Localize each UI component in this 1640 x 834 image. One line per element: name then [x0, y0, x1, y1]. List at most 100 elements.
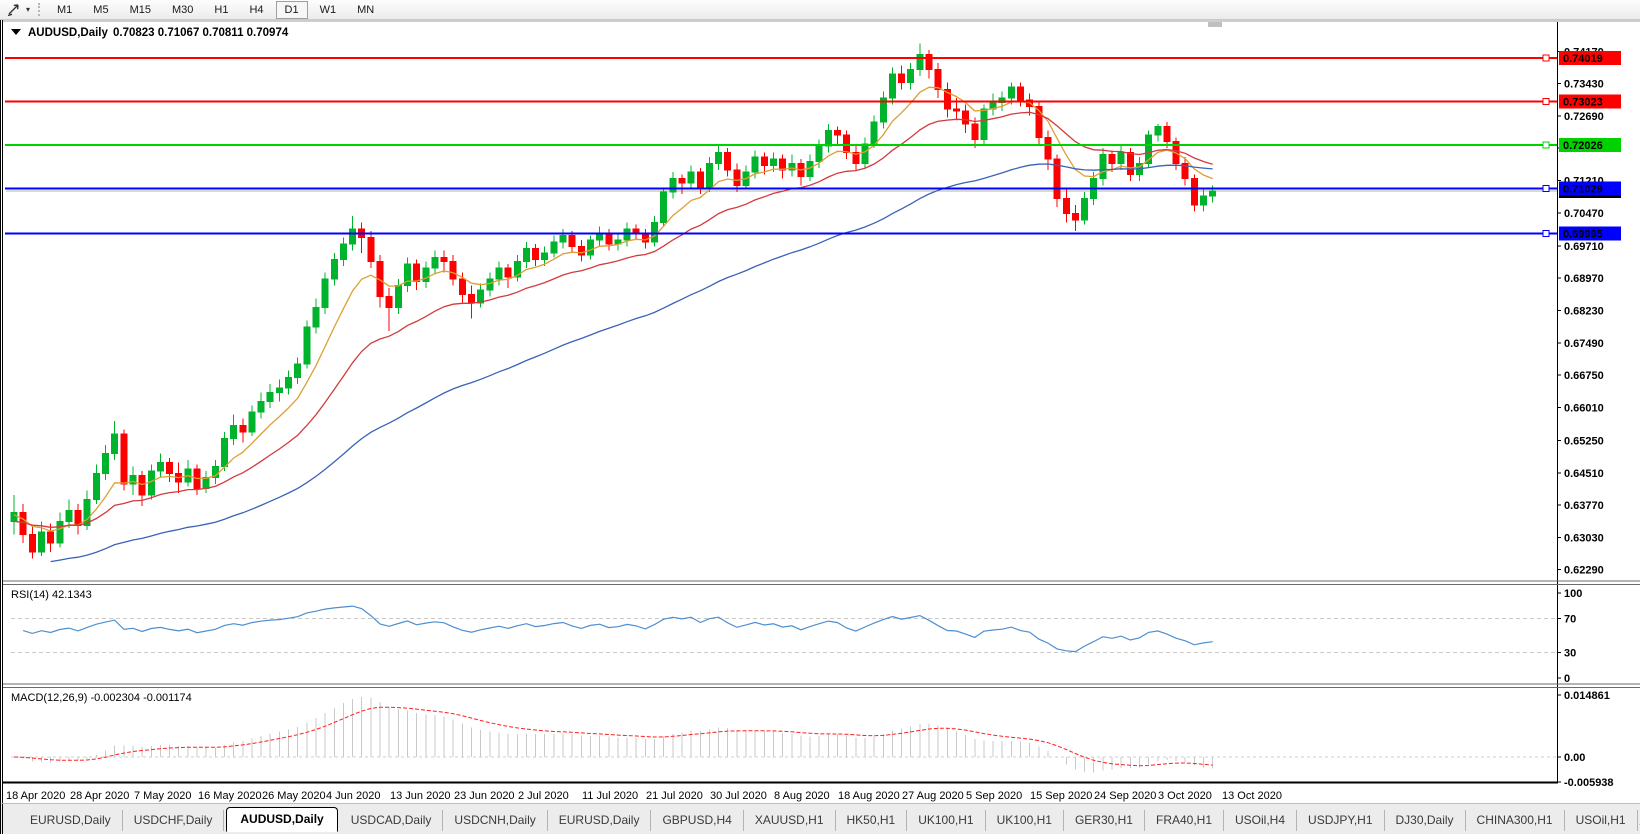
candle	[367, 237, 375, 263]
tab-usoil-h4[interactable]: USOil,H4	[1224, 810, 1298, 831]
ma-line-55	[50, 163, 1213, 563]
rsi-axis-label: 30	[1564, 648, 1576, 660]
tab-usoil-h1[interactable]: USOil,H1	[1565, 810, 1638, 831]
crosshair-tool-glyph	[7, 4, 19, 17]
timeframe-button-h1[interactable]: H1	[205, 1, 237, 19]
price-axis-label: 0.67490	[1564, 338, 1604, 350]
candle	[843, 134, 851, 154]
macd-axis-label: 0.00	[1564, 752, 1585, 764]
candle	[916, 53, 924, 71]
timeframe-button-mn[interactable]: MN	[348, 1, 383, 19]
tab-china300-h1[interactable]: CHINA300,H1	[1466, 810, 1565, 831]
horizontal-line-0.73023[interactable]: 0.73023	[5, 94, 1621, 109]
candle	[952, 108, 960, 112]
candle	[102, 453, 109, 474]
svg-text:0.71029: 0.71029	[1563, 183, 1603, 195]
crosshair-tool-icon[interactable]	[4, 2, 22, 18]
tab-dj30-daily[interactable]: DJ30,Daily	[1385, 810, 1466, 831]
candle	[431, 256, 439, 269]
ma-line-21	[13, 111, 1213, 528]
tab-eurusd-daily[interactable]: EURUSD,Daily	[19, 810, 123, 831]
candle	[861, 143, 869, 164]
date-label: 2 Jul 2020	[518, 790, 569, 802]
timeframe-button-m30[interactable]: M30	[163, 1, 202, 19]
candle	[1108, 154, 1116, 164]
candle	[440, 256, 448, 263]
candle	[907, 69, 915, 84]
chart-title-symbol: AUDUSD,Daily	[28, 27, 108, 39]
candle	[550, 241, 558, 254]
chart-tab-bar: EURUSD,Daily USDCHF,Daily AUDUSD,Daily USDC…	[0, 803, 1640, 834]
ma-line-8	[13, 86, 1213, 532]
date-label: 16 May 2020	[198, 790, 262, 802]
candle	[1126, 152, 1134, 175]
horizontal-line-0.74019[interactable]: 0.74019	[5, 50, 1621, 65]
candle	[834, 130, 841, 136]
candle	[660, 191, 668, 223]
tab-eurusd-daily[interactable]: EURUSD,Daily	[548, 810, 652, 831]
price-axis-label: 0.73430	[1564, 79, 1604, 91]
line-handle	[1542, 184, 1550, 192]
candle	[1200, 195, 1207, 206]
candle	[1190, 178, 1198, 206]
candle	[1017, 86, 1024, 101]
candle	[202, 477, 210, 490]
toolbar-separator-grip[interactable]	[38, 3, 40, 16]
svg-text:0.74019: 0.74019	[1563, 53, 1603, 65]
date-label: 5 Sep 2020	[966, 790, 1022, 802]
tab-xauusd-h1[interactable]: XAUUSD,H1	[744, 810, 836, 831]
timeframe-button-d1[interactable]: D1	[275, 0, 308, 19]
tab-ger30-h1[interactable]: GER30,H1	[1064, 810, 1145, 831]
date-label: 13 Oct 2020	[1222, 790, 1282, 802]
candle	[349, 228, 357, 245]
chart-shift-marker[interactable]	[1208, 22, 1222, 27]
horizontal-line-0.72026[interactable]: 0.72026	[5, 137, 1621, 152]
tab-usdcad-daily[interactable]: USDCAD,Daily	[340, 810, 444, 831]
candle	[275, 387, 283, 394]
tab-usdchf-daily[interactable]: USDCHF,Daily	[123, 810, 225, 831]
tab-audusd-daily[interactable]: AUDUSD,Daily	[226, 807, 338, 832]
date-label: 8 Aug 2020	[774, 790, 830, 802]
candle	[769, 158, 777, 167]
candle	[294, 363, 302, 378]
candle	[715, 152, 723, 164]
candle	[1209, 190, 1217, 197]
candle	[669, 178, 677, 193]
horizontal-line-0.69995[interactable]: 0.69995	[5, 226, 1621, 241]
candle	[586, 239, 594, 256]
candle	[705, 162, 713, 188]
moving-average-lines	[13, 86, 1213, 563]
timeframe-button-m15[interactable]: M15	[121, 1, 160, 19]
tab-usdjpy-h1[interactable]: USDJPY,H1	[1297, 810, 1385, 831]
timeframe-button-h4[interactable]: H4	[240, 1, 272, 19]
timeframe-button-m5[interactable]: M5	[84, 1, 117, 19]
time-axis[interactable]: 18 Apr 2020 28 Apr 2020 7 May 2020 16 May 2…	[6, 790, 1282, 802]
date-label: 24 Sep 2020	[1094, 790, 1156, 802]
candle	[1154, 125, 1162, 136]
tab-gbpusd-h4[interactable]: GBPUSD,H4	[651, 810, 744, 831]
chart-collapse-icon[interactable]	[11, 29, 21, 35]
tab-uk100-h1[interactable]: UK100,H1	[907, 810, 986, 831]
tab-uk100-h1[interactable]: UK100,H1	[986, 810, 1064, 831]
svg-text:0.73023: 0.73023	[1563, 96, 1603, 108]
rsi-indicator-label: RSI(14) 42.1343	[11, 589, 92, 601]
candle	[1163, 125, 1171, 143]
candle	[156, 461, 164, 472]
candle	[641, 232, 649, 243]
candle	[37, 531, 45, 553]
tab-usdcnh-daily[interactable]: USDCNH,Daily	[443, 810, 548, 831]
candle	[678, 178, 686, 184]
candle	[239, 424, 247, 433]
price-chart-canvas[interactable]: AUDUSD,Daily 0.70823 0.71067 0.70811 0.7…	[3, 20, 1640, 803]
chart-tabs: EURUSD,Daily USDCHF,Daily AUDUSD,Daily USDC…	[19, 807, 1638, 832]
date-label: 13 Jun 2020	[390, 790, 451, 802]
price-axis[interactable]: 0.741700.734300.726900.719500.712100.704…	[1557, 22, 1604, 783]
candle	[166, 461, 174, 474]
timeframe-button-w1[interactable]: W1	[311, 1, 346, 19]
tab-fra40-h1[interactable]: FRA40,H1	[1145, 810, 1225, 831]
candle	[303, 326, 311, 365]
candle	[449, 261, 457, 280]
tab-hk50-h1[interactable]: HK50,H1	[836, 810, 908, 831]
timeframe-button-m1[interactable]: M1	[48, 1, 81, 19]
toolbar-dropdown-icon[interactable]: ▾	[22, 5, 34, 14]
